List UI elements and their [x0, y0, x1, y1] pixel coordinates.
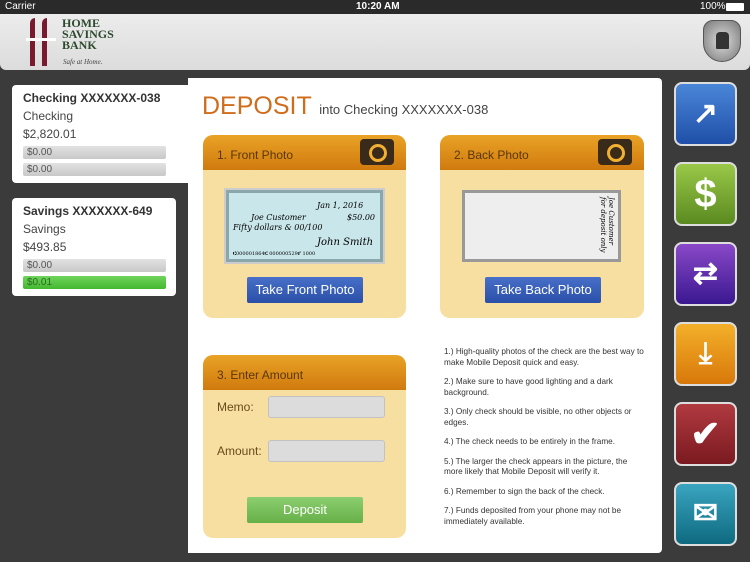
front-photo-section: 1. Front Photo Jan 1, 2016 Joe Customer … — [203, 135, 406, 318]
deposit-panel: DEPOSIT into Checking XXXXXXX-038 1. Fro… — [188, 78, 662, 553]
contact-icon[interactable]: ✉ — [674, 482, 737, 546]
section-header: 2. Back Photo — [454, 148, 529, 162]
account-bar: $0.00 — [23, 163, 166, 176]
section-header: 1. Front Photo — [217, 148, 294, 162]
memo-label: Memo: — [217, 400, 254, 414]
camera-icon[interactable] — [360, 139, 394, 165]
account-card-savings[interactable]: Savings XXXXXXX-649 Savings $493.85 $0.0… — [12, 198, 176, 296]
deposit-tips: 1.) High-quality photos of the check are… — [444, 347, 644, 526]
battery-icon — [726, 3, 744, 11]
back-check-image: Joe Customer for deposit only — [462, 190, 621, 262]
carrier: Carrier — [5, 1, 36, 12]
account-bar: $0.00 — [23, 146, 166, 159]
logo-text: HOME SAVINGS BANK — [62, 16, 114, 52]
take-front-photo-button[interactable]: Take Front Photo — [247, 277, 363, 303]
account-bar: $0.01 — [23, 276, 166, 289]
account-type: Checking — [23, 109, 74, 123]
deposit-button[interactable]: Deposit — [247, 497, 363, 523]
amount-input[interactable] — [268, 440, 385, 462]
camera-icon[interactable] — [598, 139, 632, 165]
status-bar: Carrier 10:20 AM 100% — [0, 0, 750, 14]
section-header: 3. Enter Amount — [217, 368, 304, 382]
clock: 10:20 AM — [356, 1, 400, 12]
logo-tagline: Safe at Home. — [63, 58, 103, 66]
dollar-pay-icon[interactable]: $ — [674, 162, 737, 226]
account-title: Checking XXXXXXX-038 — [23, 91, 161, 105]
amount-label: Amount: — [217, 444, 262, 458]
deposit-icon[interactable]: ⤓ — [674, 322, 737, 386]
lock-shield-icon[interactable] — [703, 20, 741, 62]
accounts-chart-icon[interactable]: ↗ — [674, 82, 737, 146]
account-type: Savings — [23, 222, 66, 236]
transfer-icon[interactable]: ⇄ — [674, 242, 737, 306]
take-back-photo-button[interactable]: Take Back Photo — [485, 277, 601, 303]
front-check-image: Jan 1, 2016 Joe Customer $50.00 Fifty do… — [226, 190, 383, 262]
account-bar: $0.00 — [23, 259, 166, 272]
app-header: HOME SAVINGS BANK Safe at Home. — [0, 14, 750, 70]
account-title: Savings XXXXXXX-649 — [23, 204, 153, 218]
back-photo-section: 2. Back Photo Joe Customer for deposit o… — [440, 135, 644, 318]
checkmark-icon[interactable]: ✔ — [674, 402, 737, 466]
account-card-checking[interactable]: Checking XXXXXXX-038 Checking $2,820.01 … — [12, 85, 188, 183]
account-balance: $2,820.01 — [23, 127, 77, 141]
enter-amount-section: 3. Enter Amount Memo: Amount: Deposit — [203, 355, 406, 538]
account-balance: $493.85 — [23, 240, 67, 254]
battery: 100% — [700, 1, 726, 12]
page-title: DEPOSIT into Checking XXXXXXX-038 — [202, 92, 489, 120]
memo-input[interactable] — [268, 396, 385, 418]
logo-icon — [26, 18, 56, 66]
